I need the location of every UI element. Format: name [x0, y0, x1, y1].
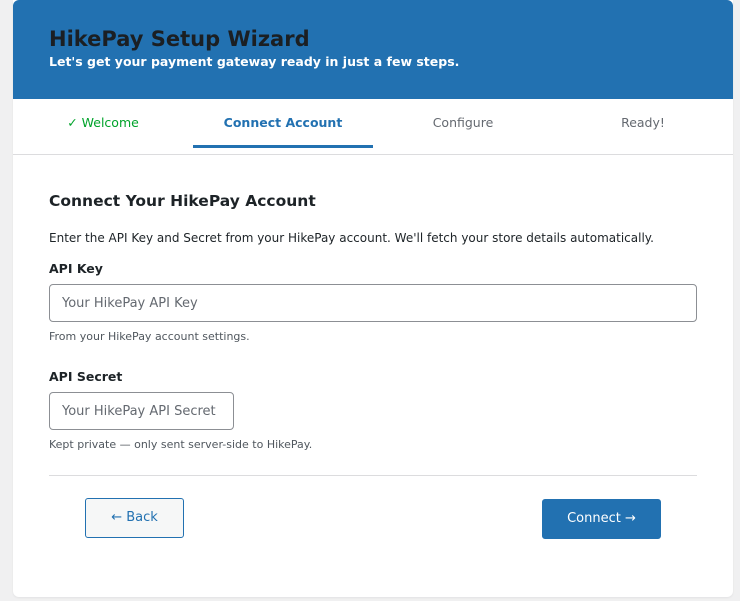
section-title: Connect Your HikePay Account	[49, 192, 316, 210]
step-configure[interactable]: Configure	[373, 99, 553, 154]
form-divider	[49, 475, 697, 476]
wizard-header: HikePay Setup Wizard Let's get your paym…	[13, 0, 733, 99]
wizard-title: HikePay Setup Wizard	[49, 27, 310, 51]
step-welcome[interactable]: ✓ Welcome	[13, 99, 193, 154]
connect-button[interactable]: Connect →	[542, 499, 661, 539]
api-secret-hint: Kept private — only sent server-side to …	[49, 438, 313, 451]
wizard-subtitle: Let's get your payment gateway ready in …	[49, 54, 460, 69]
api-key-input[interactable]	[49, 284, 697, 322]
api-key-hint: From your HikePay account settings.	[49, 330, 250, 343]
wizard-steps: ✓ Welcome Connect Account Configure Read…	[13, 99, 733, 155]
step-ready[interactable]: Ready!	[553, 99, 733, 154]
api-key-label: API Key	[49, 261, 103, 276]
step-connect-account[interactable]: Connect Account	[193, 99, 373, 154]
api-secret-label: API Secret	[49, 369, 123, 384]
section-intro: Enter the API Key and Secret from your H…	[49, 231, 654, 245]
back-button[interactable]: ← Back	[85, 498, 184, 538]
api-secret-input[interactable]	[49, 392, 234, 430]
setup-wizard-card: HikePay Setup Wizard Let's get your paym…	[13, 0, 733, 597]
